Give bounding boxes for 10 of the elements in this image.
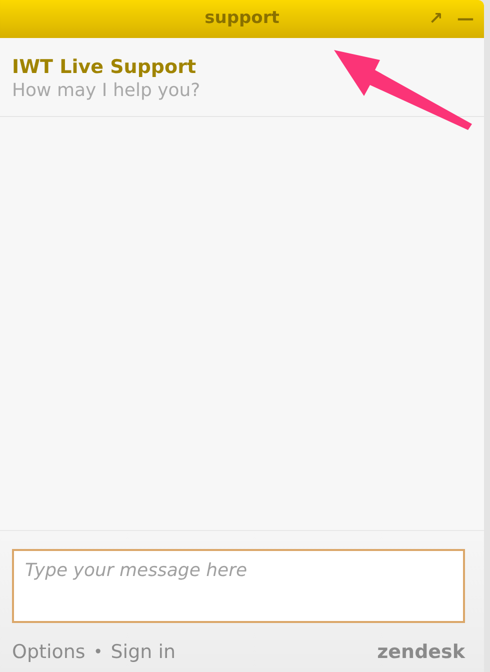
brand-logo: zendesk	[377, 640, 465, 664]
window-title: support	[204, 7, 280, 30]
footer-link[interactable]: Options	[12, 638, 86, 666]
footer-link[interactable]: Sign in	[110, 638, 176, 666]
message-input[interactable]: Type your message here	[12, 548, 465, 622]
minimize-button[interactable]: —	[457, 10, 474, 28]
agent-name: IWT Live Support	[12, 56, 198, 79]
greeting-text: How may I help you?	[12, 78, 202, 102]
separator-dot: •	[93, 640, 103, 663]
popout-button[interactable]: ↗	[428, 10, 443, 28]
